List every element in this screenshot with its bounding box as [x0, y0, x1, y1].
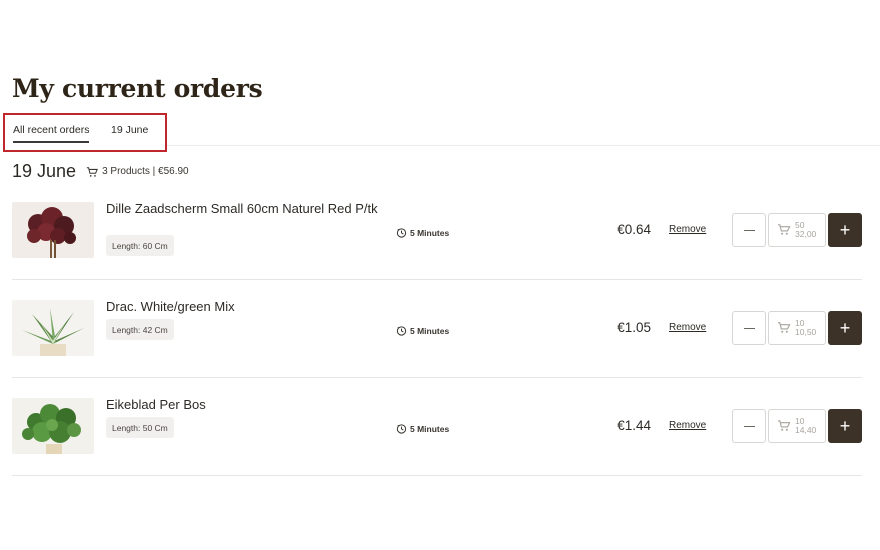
tab-19-june[interactable]: 19 June — [111, 124, 148, 136]
minus-icon — [743, 327, 755, 329]
product-name: Eikeblad Per Bos — [106, 397, 206, 412]
oak-leaf-bunch-image — [12, 398, 94, 454]
dracaena-plant-image — [12, 300, 94, 356]
quantity-total: 32,00 — [795, 229, 817, 239]
delivery-time: 5 Minutes — [396, 227, 449, 238]
order-group-date: 19 June — [12, 161, 77, 181]
order-group-header: 19 June 3 Products | €56.90 — [12, 161, 189, 182]
quantity-input[interactable]: 50 32,00 — [768, 213, 826, 247]
order-item-row: Eikeblad Per Bos Length: 50 Cm 5 Minutes… — [12, 378, 862, 476]
product-name: Drac. White/green Mix — [106, 299, 235, 314]
length-badge: Length: 50 Cm — [106, 417, 174, 438]
page-title: My current orders — [12, 74, 263, 103]
product-price: €0.64 — [617, 222, 651, 237]
red-dill-flower-image — [12, 202, 94, 258]
timer-icon — [396, 326, 407, 336]
quantity-total: 10,50 — [795, 327, 817, 337]
quantity-total: 14,40 — [795, 425, 817, 435]
delivery-time-label: 5 Minutes — [410, 423, 450, 434]
quantity-input[interactable]: 10 14,40 — [768, 409, 826, 443]
tab-all-recent-orders[interactable]: All recent orders — [13, 124, 90, 143]
cart-icon — [777, 420, 791, 431]
order-item-row: Dille Zaadscherm Small 60cm Naturel Red … — [12, 182, 862, 280]
product-price: €1.44 — [617, 418, 651, 433]
product-name: Dille Zaadscherm Small 60cm Naturel Red … — [106, 201, 378, 216]
decrease-quantity-button[interactable] — [732, 213, 766, 247]
orders-page: My current orders All recent orders 19 J… — [0, 0, 880, 550]
order-group-summary: 3 Products | €56.90 — [102, 166, 189, 177]
timer-icon — [396, 228, 407, 238]
remove-link[interactable]: Remove — [669, 420, 706, 431]
length-badge: Length: 60 Cm — [106, 235, 174, 256]
minus-icon — [743, 425, 755, 427]
remove-link[interactable]: Remove — [669, 224, 706, 235]
length-badge: Length: 42 Cm — [106, 319, 174, 340]
delivery-time-label: 5 Minutes — [410, 227, 450, 238]
tabs-divider — [167, 145, 880, 146]
row-divider — [12, 475, 862, 476]
decrease-quantity-button[interactable] — [732, 311, 766, 345]
increase-quantity-button[interactable]: + — [828, 409, 862, 443]
cart-icon — [86, 166, 98, 177]
delivery-time-label: 5 Minutes — [410, 325, 450, 336]
cart-icon — [777, 224, 791, 235]
plus-icon: + — [839, 317, 851, 338]
increase-quantity-button[interactable]: + — [828, 311, 862, 345]
minus-icon — [743, 229, 755, 231]
remove-link[interactable]: Remove — [669, 322, 706, 333]
order-item-row: Drac. White/green Mix Length: 42 Cm 5 Mi… — [12, 280, 862, 378]
decrease-quantity-button[interactable] — [732, 409, 766, 443]
product-price: €1.05 — [617, 320, 651, 335]
plus-icon: + — [839, 415, 851, 436]
delivery-time: 5 Minutes — [396, 423, 449, 434]
timer-icon — [396, 424, 407, 434]
order-tabs: All recent orders 19 June — [3, 113, 167, 152]
quantity-input[interactable]: 10 10,50 — [768, 311, 826, 345]
cart-icon — [777, 322, 791, 333]
delivery-time: 5 Minutes — [396, 325, 449, 336]
increase-quantity-button[interactable]: + — [828, 213, 862, 247]
plus-icon: + — [839, 219, 851, 240]
